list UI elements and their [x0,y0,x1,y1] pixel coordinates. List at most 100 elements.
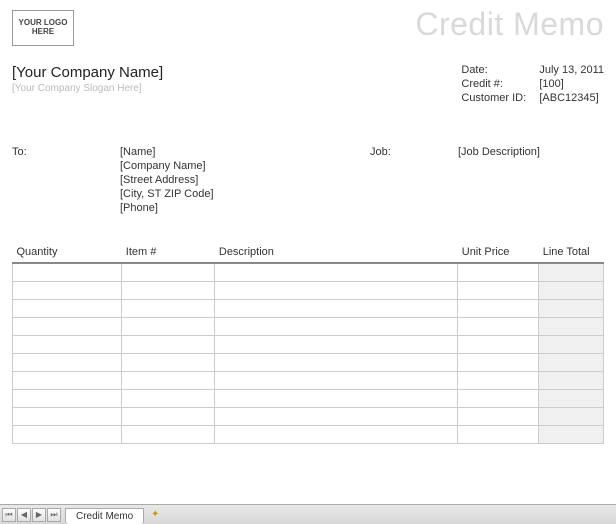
cell[interactable] [539,263,604,281]
cell[interactable] [215,335,458,353]
cell[interactable] [215,389,458,407]
cell[interactable] [13,389,122,407]
table-body [13,263,604,443]
company-name: [Your Company Name] [12,64,163,81]
col-quantity: Quantity [13,242,122,263]
cell[interactable] [458,425,539,443]
cell[interactable] [458,389,539,407]
cell[interactable] [458,371,539,389]
cell[interactable] [13,407,122,425]
cell[interactable] [458,263,539,281]
cell[interactable] [539,335,604,353]
job-value: [Job Description] [458,146,540,216]
cell[interactable] [458,299,539,317]
cell[interactable] [539,317,604,335]
cell[interactable] [122,407,215,425]
col-item: Item # [122,242,215,263]
cell[interactable] [13,263,122,281]
to-name: [Name] [120,146,370,158]
cell[interactable] [122,353,215,371]
cell[interactable] [122,299,215,317]
cell[interactable] [122,335,215,353]
cell[interactable] [458,353,539,371]
cell[interactable] [215,425,458,443]
address-block: [Name] [Company Name] [Street Address] [… [120,146,370,216]
company-slogan: [Your Company Slogan Here] [12,83,163,94]
new-sheet-icon[interactable]: ✦ [148,509,162,521]
table-row [13,389,604,407]
to-company: [Company Name] [120,160,370,172]
to-street: [Street Address] [120,174,370,186]
cell[interactable] [13,425,122,443]
cell[interactable] [458,407,539,425]
table-row [13,353,604,371]
table-row [13,335,604,353]
cell[interactable] [122,317,215,335]
cell[interactable] [122,389,215,407]
cell[interactable] [539,299,604,317]
cell[interactable] [122,281,215,299]
date-value: July 13, 2011 [539,64,604,76]
meta-credit-row: Credit #: [100] [461,78,604,90]
customer-label: Customer ID: [461,92,539,104]
tab-first-button[interactable]: ⏮ [2,508,16,522]
cell[interactable] [539,371,604,389]
tab-last-button[interactable]: ⏭ [47,508,61,522]
customer-value: [ABC12345] [539,92,598,104]
table-header-row: Quantity Item # Description Unit Price L… [13,242,604,263]
cell[interactable] [215,263,458,281]
tab-nav-buttons: ⏮ ◀ ▶ ⏭ [0,508,63,522]
cell[interactable] [539,425,604,443]
top-row: YOUR LOGO HERE Credit Memo [12,10,604,46]
cell[interactable] [215,371,458,389]
table-row [13,263,604,281]
cell[interactable] [13,335,122,353]
cell[interactable] [215,353,458,371]
cell[interactable] [539,407,604,425]
col-description: Description [215,242,458,263]
cell[interactable] [13,371,122,389]
to-citystate: [City, ST ZIP Code] [120,188,370,200]
table-row [13,317,604,335]
to-phone: [Phone] [120,202,370,214]
cell[interactable] [13,317,122,335]
tab-prev-button[interactable]: ◀ [17,508,31,522]
cell[interactable] [215,317,458,335]
sheet-tab[interactable]: Credit Memo [65,508,144,524]
credit-value: [100] [539,78,563,90]
cell[interactable] [13,299,122,317]
job-label: Job: [370,146,458,216]
address-section: To: [Name] [Company Name] [Street Addres… [12,146,604,216]
tab-next-button[interactable]: ▶ [32,508,46,522]
cell[interactable] [215,407,458,425]
date-label: Date: [461,64,539,76]
col-unit-price: Unit Price [458,242,539,263]
line-items-table: Quantity Item # Description Unit Price L… [12,242,604,444]
meta-customer-row: Customer ID: [ABC12345] [461,92,604,104]
cell[interactable] [122,371,215,389]
meta-date-row: Date: July 13, 2011 [461,64,604,76]
cell[interactable] [215,299,458,317]
to-label: To: [12,146,120,216]
cell[interactable] [458,281,539,299]
col-line-total: Line Total [539,242,604,263]
cell[interactable] [122,263,215,281]
cell[interactable] [458,317,539,335]
cell[interactable] [13,353,122,371]
cell[interactable] [539,281,604,299]
cell[interactable] [215,281,458,299]
table-row [13,371,604,389]
cell[interactable] [539,353,604,371]
table-row [13,281,604,299]
cell[interactable] [458,335,539,353]
sheet-tab-bar: ⏮ ◀ ▶ ⏭ Credit Memo ✦ [0,504,616,524]
cell[interactable] [122,425,215,443]
cell[interactable] [13,281,122,299]
cell[interactable] [539,389,604,407]
credit-label: Credit #: [461,78,539,90]
header-row: [Your Company Name] [Your Company Slogan… [12,64,604,106]
table-row [13,425,604,443]
logo-placeholder: YOUR LOGO HERE [12,10,74,46]
page: YOUR LOGO HERE Credit Memo [Your Company… [0,0,616,444]
meta-block: Date: July 13, 2011 Credit #: [100] Cust… [461,64,604,106]
